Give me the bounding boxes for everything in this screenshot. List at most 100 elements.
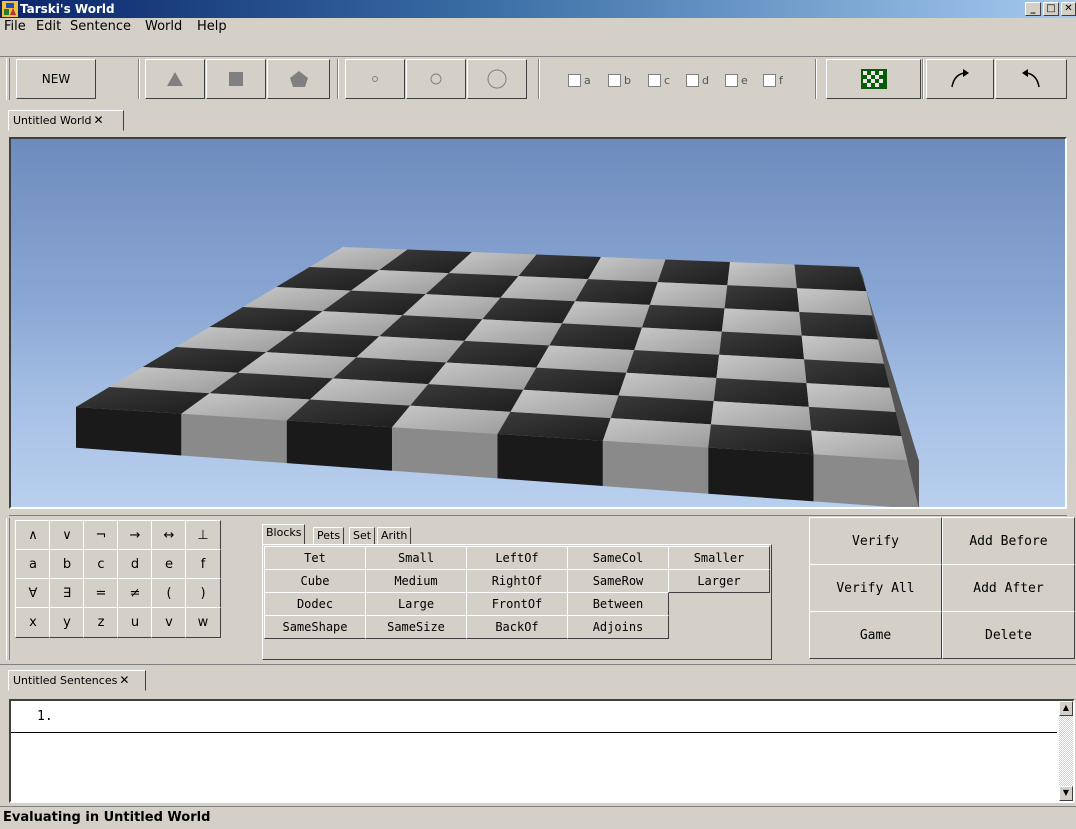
pred-larger[interactable]: Larger: [668, 569, 770, 593]
minimize-button[interactable]: _: [1025, 2, 1041, 16]
vertical-scrollbar[interactable]: ▲ ▼: [1059, 701, 1073, 801]
const-d-key[interactable]: d: [117, 549, 153, 580]
or-key[interactable]: ∨: [49, 520, 85, 551]
sentence-editor[interactable]: 1. ▲ ▼: [9, 699, 1075, 803]
sentence-row[interactable]: 1.: [11, 701, 1057, 733]
board-square: [727, 262, 797, 289]
name-checkbox-d[interactable]: d: [686, 73, 709, 87]
tab-untitled-sentences[interactable]: Untitled Sentences ✕: [8, 670, 146, 691]
forall-key[interactable]: ∀: [15, 578, 51, 609]
menu-bar: File Edit Sentence World Help: [0, 18, 1076, 36]
scroll-down-button[interactable]: ▼: [1059, 786, 1073, 801]
cube-shape-button[interactable]: [206, 59, 266, 99]
world-3d-view[interactable]: [9, 137, 1067, 509]
name-checkbox-c[interactable]: c: [648, 73, 670, 87]
small-circle-icon: [372, 76, 378, 82]
const-c-key[interactable]: c: [83, 549, 119, 580]
exists-key[interactable]: ∃: [49, 578, 85, 609]
pred-empty: [668, 615, 769, 638]
toolbar-separator: [815, 59, 817, 99]
name-checkbox-a[interactable]: a: [568, 73, 591, 87]
var-v-key[interactable]: v: [151, 607, 187, 638]
pred-smaller[interactable]: Smaller: [668, 546, 770, 570]
tab-untitled-world[interactable]: Untitled World ✕: [8, 110, 124, 131]
iff-key[interactable]: ↔: [151, 520, 187, 551]
pred-dodec[interactable]: Dodec: [264, 592, 366, 616]
pred-samecol[interactable]: SameCol: [567, 546, 669, 570]
maximize-button[interactable]: □: [1043, 2, 1059, 16]
rotate-right-button[interactable]: [926, 59, 994, 99]
board-edge-segment: [602, 440, 709, 494]
var-y-key[interactable]: y: [49, 607, 85, 638]
menu-file[interactable]: File: [4, 19, 26, 35]
game-button[interactable]: Game: [809, 611, 942, 659]
equals-key[interactable]: =: [83, 578, 119, 609]
pred-cube[interactable]: Cube: [264, 569, 366, 593]
var-u-key[interactable]: u: [117, 607, 153, 638]
window-title: Tarski's World: [20, 2, 115, 16]
implies-key[interactable]: →: [117, 520, 153, 551]
pred-tet[interactable]: Tet: [264, 546, 366, 570]
tab-arith[interactable]: Arith: [377, 527, 412, 545]
close-icon[interactable]: ✕: [119, 673, 129, 687]
menu-help[interactable]: Help: [197, 19, 227, 35]
name-checkbox-f[interactable]: f: [763, 73, 783, 87]
pred-frontof[interactable]: FrontOf: [466, 592, 568, 616]
dodec-shape-button[interactable]: [267, 59, 330, 99]
add-before-button[interactable]: Add Before: [942, 517, 1075, 565]
pred-medium[interactable]: Medium: [365, 569, 467, 593]
verify-all-button[interactable]: Verify All: [809, 564, 942, 612]
pred-between[interactable]: Between: [567, 592, 669, 616]
undo-arrow-icon: [1022, 69, 1040, 88]
var-x-key[interactable]: x: [15, 607, 51, 638]
not-equals-key[interactable]: ≠: [117, 578, 153, 609]
menu-sentence[interactable]: Sentence: [70, 19, 131, 35]
add-after-button[interactable]: Add After: [942, 564, 1075, 612]
board-edge-segment: [286, 420, 393, 471]
var-w-key[interactable]: w: [185, 607, 221, 638]
var-z-key[interactable]: z: [83, 607, 119, 638]
contradiction-key[interactable]: ⊥: [185, 520, 221, 551]
panel-divider: [0, 664, 1076, 665]
panel-grip[interactable]: [6, 518, 10, 660]
pred-small[interactable]: Small: [365, 546, 467, 570]
tab-blocks[interactable]: Blocks: [262, 524, 306, 544]
left-paren-key[interactable]: (: [151, 578, 187, 609]
large-size-button[interactable]: [467, 59, 527, 99]
and-key[interactable]: ∧: [15, 520, 51, 551]
new-block-button[interactable]: NEW: [16, 59, 96, 99]
2d-view-button[interactable]: [826, 59, 921, 99]
delete-button[interactable]: Delete: [942, 611, 1075, 659]
close-icon[interactable]: ✕: [94, 113, 104, 127]
menu-edit[interactable]: Edit: [36, 19, 61, 35]
menu-world[interactable]: World: [145, 19, 182, 35]
pred-samesize[interactable]: SameSize: [365, 615, 467, 639]
pred-samerow[interactable]: SameRow: [567, 569, 669, 593]
const-a-key[interactable]: a: [15, 549, 51, 580]
const-b-key[interactable]: b: [49, 549, 85, 580]
not-key[interactable]: ¬: [83, 520, 119, 551]
pred-adjoins[interactable]: Adjoins: [567, 615, 669, 639]
board-square: [575, 279, 658, 305]
toolbar-separator: [922, 59, 924, 99]
tab-pets[interactable]: Pets: [313, 527, 345, 545]
tet-shape-button[interactable]: [145, 59, 205, 99]
pred-leftof[interactable]: LeftOf: [466, 546, 568, 570]
name-checkbox-b[interactable]: b: [608, 73, 631, 87]
verify-button[interactable]: Verify: [809, 517, 942, 565]
rotate-left-button[interactable]: [995, 59, 1067, 99]
pred-large[interactable]: Large: [365, 592, 467, 616]
medium-size-button[interactable]: [406, 59, 466, 99]
toolbar-grip[interactable]: [6, 58, 10, 100]
const-e-key[interactable]: e: [151, 549, 187, 580]
scroll-up-button[interactable]: ▲: [1059, 701, 1073, 716]
close-window-button[interactable]: ✕: [1061, 2, 1076, 16]
tab-set[interactable]: Set: [349, 527, 376, 545]
small-size-button[interactable]: [345, 59, 405, 99]
const-f-key[interactable]: f: [185, 549, 221, 580]
pred-sameshape[interactable]: SameShape: [264, 615, 366, 639]
pred-backof[interactable]: BackOf: [466, 615, 568, 639]
right-paren-key[interactable]: ): [185, 578, 221, 609]
pred-rightof[interactable]: RightOf: [466, 569, 568, 593]
name-checkbox-e[interactable]: e: [725, 73, 748, 87]
